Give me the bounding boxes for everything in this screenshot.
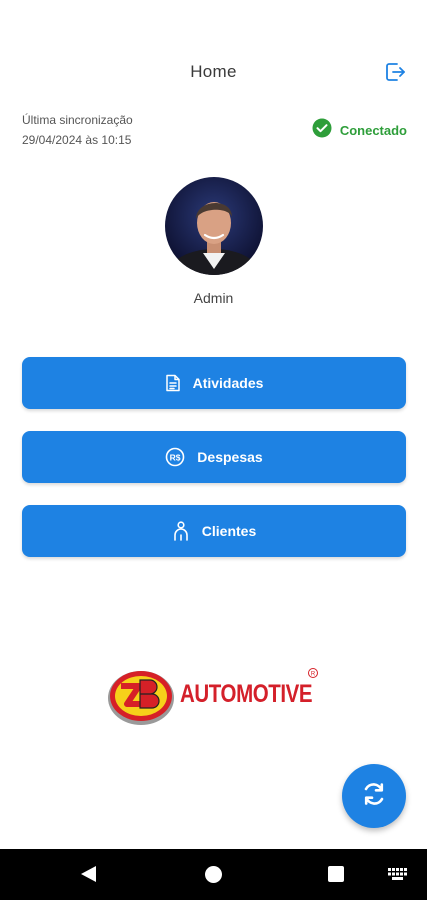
keyboard-icon[interactable] xyxy=(388,868,408,886)
currency-icon: R$ xyxy=(165,447,185,467)
document-icon xyxy=(165,374,181,392)
status-label: Conectado xyxy=(339,123,407,138)
system-nav-bar xyxy=(0,849,427,900)
atividades-button[interactable]: Atividades xyxy=(22,357,406,409)
sync-label: Última sincronização xyxy=(22,113,133,127)
sync-info: Última sincronização 29/04/2024 às 10:15 xyxy=(22,110,133,150)
back-icon[interactable] xyxy=(80,865,97,888)
brand-name: AUTOMOTIVE xyxy=(180,680,313,708)
connection-status: Conectado xyxy=(312,118,407,143)
recent-apps-icon[interactable] xyxy=(328,866,344,882)
clientes-label: Clientes xyxy=(201,523,257,539)
home-icon[interactable] xyxy=(205,866,222,883)
sync-timestamp: 29/04/2024 às 10:15 xyxy=(22,133,132,147)
atividades-label: Atividades xyxy=(192,375,264,391)
app-header: Home xyxy=(0,52,427,92)
avatar xyxy=(165,177,263,275)
logout-icon[interactable] xyxy=(383,60,407,84)
despesas-button[interactable]: R$ Despesas xyxy=(22,431,406,483)
svg-text:R$: R$ xyxy=(170,452,181,462)
clientes-button[interactable]: Clientes xyxy=(22,505,406,557)
sync-icon xyxy=(359,779,389,814)
page-title: Home xyxy=(190,62,237,81)
svg-text:R: R xyxy=(311,672,316,678)
person-icon xyxy=(172,521,190,541)
username: Admin xyxy=(193,290,234,306)
check-circle-icon xyxy=(312,118,332,143)
sync-button[interactable] xyxy=(342,764,406,828)
ezb-automotive-logo: R AUTOMOTIVE xyxy=(107,664,323,730)
despesas-label: Despesas xyxy=(197,449,263,465)
